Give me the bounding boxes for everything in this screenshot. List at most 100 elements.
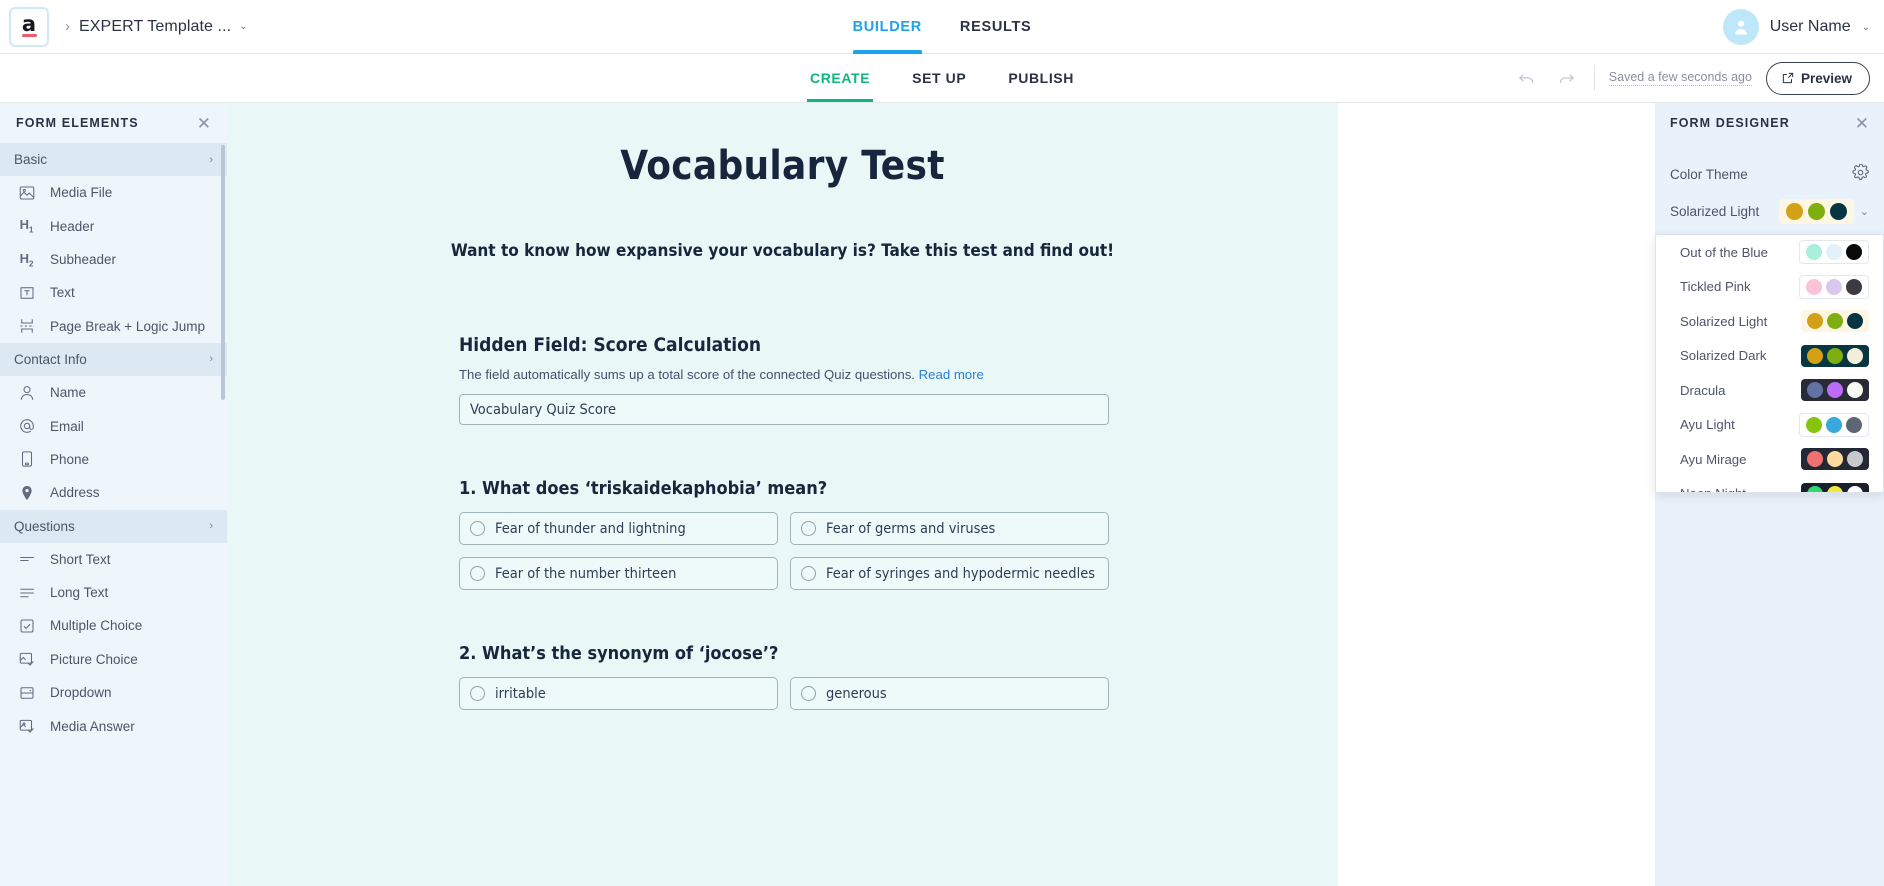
theme-color-dot: [1847, 451, 1863, 468]
theme-option-solarized-light[interactable]: Solarized Light: [1656, 304, 1883, 339]
chevron-right-icon: ›: [209, 353, 213, 366]
theme-color-dot: [1847, 485, 1863, 492]
option-label: irritable: [495, 685, 546, 702]
tab-setup[interactable]: SET UP: [912, 54, 966, 102]
radio-icon[interactable]: [470, 686, 485, 701]
sidebar-item-media-answer[interactable]: Media Answer: [0, 709, 227, 742]
radio-icon[interactable]: [801, 566, 816, 581]
theme-option-ayu-mirage[interactable]: Ayu Mirage: [1656, 442, 1883, 477]
color-theme-dropdown[interactable]: Out of the Blue Tickled Pink Solarized Lig…: [1655, 234, 1884, 493]
sidebar-item-short-text[interactable]: Short Text: [0, 543, 227, 576]
option-label: Fear of syringes and hypodermic needles: [826, 565, 1096, 582]
preview-button[interactable]: Preview: [1765, 61, 1870, 95]
option-row[interactable]: Fear of thunder and lightning: [459, 512, 778, 545]
h2-icon: H2: [19, 250, 34, 269]
sidebar-group-contact-info[interactable]: Contact Info ›: [0, 342, 227, 376]
avatar: [1722, 9, 1759, 45]
theme-color-dot: [1806, 278, 1822, 295]
color-theme-section: Color Theme Solarized Light ⌄: [1655, 163, 1884, 224]
sidebar-item-label: Text: [50, 285, 75, 301]
sidebar-item-phone[interactable]: Phone: [0, 443, 227, 476]
tab-publish[interactable]: PUBLISH: [1008, 54, 1074, 102]
option-row[interactable]: irritable: [459, 677, 778, 710]
theme-color-dot: [1846, 244, 1862, 261]
sidebar-item-long-text[interactable]: Long Text: [0, 576, 227, 609]
theme-option-neon-night[interactable]: Neon Night: [1656, 477, 1883, 492]
sidebar-item-dropdown[interactable]: Dropdown: [0, 676, 227, 709]
hidden-field-block: Hidden Field: Score Calculation The fiel…: [459, 334, 1109, 710]
person-icon: [17, 383, 36, 402]
color-theme-select[interactable]: Solarized Light ⌄: [1670, 199, 1869, 224]
text-icon: [17, 283, 36, 302]
dropdown-icon: [17, 683, 36, 702]
option-row[interactable]: generous: [790, 677, 1109, 710]
theme-option-out-of-the-blue[interactable]: Out of the Blue: [1656, 235, 1883, 270]
theme-color-dot: [1847, 382, 1863, 399]
form-title-breadcrumb[interactable]: EXPERT Template ...: [79, 18, 231, 36]
close-icon[interactable]: ✕: [1855, 115, 1869, 132]
radio-icon[interactable]: [801, 521, 816, 536]
question-2-options: irritable generous: [459, 677, 1109, 710]
theme-option-ayu-light[interactable]: Ayu Light: [1656, 408, 1883, 443]
sidebar-group-questions[interactable]: Questions ›: [0, 509, 227, 543]
theme-color-dot: [1807, 485, 1823, 492]
tab-results[interactable]: RESULTS: [960, 0, 1032, 54]
hidden-field-input[interactable]: Vocabulary Quiz Score: [459, 394, 1109, 425]
sidebar-item-media-file[interactable]: Media File: [0, 176, 227, 209]
theme-color-dot: [1807, 382, 1823, 399]
sidebar-item-label: Picture Choice: [50, 651, 138, 667]
question-2-label[interactable]: 2. What’s the synonym of ‘jocose’?: [459, 643, 1106, 664]
theme-color-dot: [1847, 347, 1863, 364]
sidebar-group-basic[interactable]: Basic ›: [0, 143, 227, 176]
theme-option-solarized-dark[interactable]: Solarized Dark: [1656, 339, 1883, 374]
sidebar-item-label: Media File: [50, 185, 113, 201]
group-label: Contact Info: [14, 351, 87, 367]
form-subheading[interactable]: Want to know how expansive your vocabula…: [227, 241, 1338, 261]
read-more-link[interactable]: Read more: [919, 367, 984, 382]
sidebar-scrollbar[interactable]: [221, 145, 225, 400]
close-icon[interactable]: ✕: [197, 115, 211, 132]
sidebar-item-multiple-choice[interactable]: Multiple Choice: [0, 609, 227, 642]
at-icon: [17, 417, 36, 436]
tab-builder[interactable]: BUILDER: [852, 0, 923, 54]
chevron-down-icon[interactable]: ⌄: [1860, 205, 1869, 218]
undo-icon[interactable]: [1514, 65, 1540, 91]
theme-option-label: Tickled Pink: [1680, 279, 1751, 295]
sidebar-item-subheader[interactable]: H2 Subheader: [0, 243, 227, 276]
chevron-down-icon[interactable]: ⌄: [1862, 22, 1870, 33]
sidebar-item-page-break[interactable]: Page Break + Logic Jump: [0, 310, 227, 343]
form-heading[interactable]: Vocabulary Test: [227, 143, 1338, 189]
sidebar-item-picture-choice[interactable]: Picture Choice: [0, 643, 227, 676]
radio-icon[interactable]: [470, 521, 485, 536]
chevron-down-icon[interactable]: ⌄: [239, 21, 247, 32]
sidebar-item-address[interactable]: Address: [0, 476, 227, 509]
theme-option-tickled-pink[interactable]: Tickled Pink: [1656, 270, 1883, 305]
gear-icon[interactable]: [1852, 163, 1869, 184]
picture-choice-icon: [17, 650, 36, 669]
theme-color-dot: [1827, 382, 1843, 399]
sidebar-item-header[interactable]: H1 Header: [0, 209, 227, 242]
form-designer-panel: FORM DESIGNER ✕ Color Theme Solarized Li…: [1655, 103, 1884, 886]
sidebar-item-label: Name: [50, 385, 87, 401]
question-1-label[interactable]: 1. What does ‘triskaidekaphobia’ mean?: [459, 478, 1106, 499]
user-menu[interactable]: User Name ⌄: [1722, 0, 1870, 54]
sidebar-item-text[interactable]: Text: [0, 276, 227, 309]
tab-create[interactable]: CREATE: [807, 54, 874, 102]
selected-theme-swatch: [1778, 199, 1854, 224]
redo-icon[interactable]: [1554, 65, 1580, 91]
radio-icon[interactable]: [470, 566, 485, 581]
long-text-icon: [17, 583, 36, 602]
radio-icon[interactable]: [801, 686, 816, 701]
divider: [1593, 65, 1595, 91]
sidebar-item-name[interactable]: Name: [0, 376, 227, 409]
jotform-logo[interactable]: a: [9, 6, 49, 47]
option-row[interactable]: Fear of the number thirteen: [459, 557, 778, 590]
panel-title: FORM ELEMENTS: [16, 116, 139, 130]
form-canvas: Vocabulary Test Want to know how expansi…: [227, 103, 1338, 886]
option-row[interactable]: Fear of syringes and hypodermic needles: [790, 557, 1109, 590]
sidebar-item-email[interactable]: Email: [0, 409, 227, 442]
theme-option-dracula[interactable]: Dracula: [1656, 373, 1883, 408]
hidden-field-label[interactable]: Hidden Field: Score Calculation: [459, 334, 1106, 356]
theme-color-dot: [1827, 451, 1843, 468]
option-row[interactable]: Fear of germs and viruses: [790, 512, 1109, 545]
